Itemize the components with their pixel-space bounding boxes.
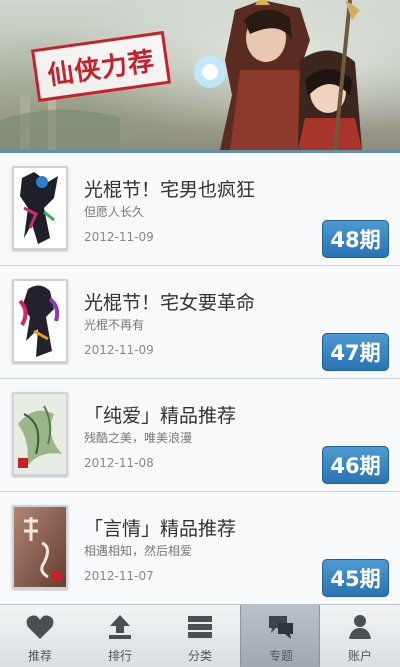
tab-label: 排行 xyxy=(107,649,132,663)
item-subtitle: 但愿人长久 xyxy=(84,205,145,219)
item-date: 2012-11-07 xyxy=(84,569,154,583)
item-title: 「言情」精品推荐 xyxy=(84,518,237,540)
issue-button[interactable]: 45期 xyxy=(322,559,389,597)
item-subtitle: 相遇相知，然后相爱 xyxy=(84,544,193,558)
tab-recommend[interactable]: 推荐 xyxy=(0,605,80,667)
cover-thumbnail xyxy=(12,505,68,589)
chat-bubbles-icon xyxy=(269,616,293,639)
tab-account[interactable]: 账户 xyxy=(320,605,400,667)
list-item[interactable]: 光棍节！宅女要革命 光棍不再有 2012-11-09 47期 xyxy=(0,266,400,379)
cover-thumbnail xyxy=(12,279,68,363)
item-title: 光棍节！宅男也疯狂 xyxy=(84,179,256,201)
heart-icon xyxy=(26,615,54,639)
item-title: 光棍节！宅女要革命 xyxy=(84,292,256,314)
item-date: 2012-11-09 xyxy=(84,230,154,244)
issue-button[interactable]: 46期 xyxy=(322,446,389,484)
banner[interactable]: 仙侠力荐 xyxy=(0,0,400,150)
cover-thumbnail xyxy=(12,392,68,476)
item-date: 2012-11-08 xyxy=(84,456,154,470)
list-item[interactable]: 「纯爱」精品推荐 残酷之美，唯美浪漫 2012-11-08 46期 xyxy=(0,379,400,492)
user-icon xyxy=(349,615,371,639)
item-date: 2012-11-09 xyxy=(84,343,154,357)
item-subtitle: 残酷之美，唯美浪漫 xyxy=(84,431,193,445)
cover-thumbnail xyxy=(12,166,68,250)
item-subtitle: 光棍不再有 xyxy=(84,318,145,332)
tab-label: 账户 xyxy=(347,649,372,663)
list-item[interactable]: 光棍节！宅男也疯狂 但愿人长久 2012-11-09 48期 xyxy=(0,153,400,266)
tab-label: 专题 xyxy=(268,649,293,663)
tab-ranking[interactable]: 排行 xyxy=(80,605,160,667)
topic-list: 光棍节！宅男也疯狂 但愿人长久 2012-11-09 48期 光棍节！宅女要革命… xyxy=(0,153,400,605)
tab-label: 推荐 xyxy=(27,649,52,663)
bottom-tab-bar: 推荐 排行 分类 专题 账户 xyxy=(0,604,400,667)
stack-icon xyxy=(188,616,212,638)
tab-label: 分类 xyxy=(187,649,212,663)
item-title: 「纯爱」精品推荐 xyxy=(84,405,237,427)
tab-topics[interactable]: 专题 xyxy=(240,605,320,667)
list-item[interactable]: 「言情」精品推荐 相遇相知，然后相爱 2012-11-07 45期 xyxy=(0,492,400,605)
issue-button[interactable]: 47期 xyxy=(322,333,389,371)
issue-button[interactable]: 48期 xyxy=(322,220,389,258)
tab-category[interactable]: 分类 xyxy=(160,605,240,667)
upload-arrow-icon xyxy=(109,615,131,639)
